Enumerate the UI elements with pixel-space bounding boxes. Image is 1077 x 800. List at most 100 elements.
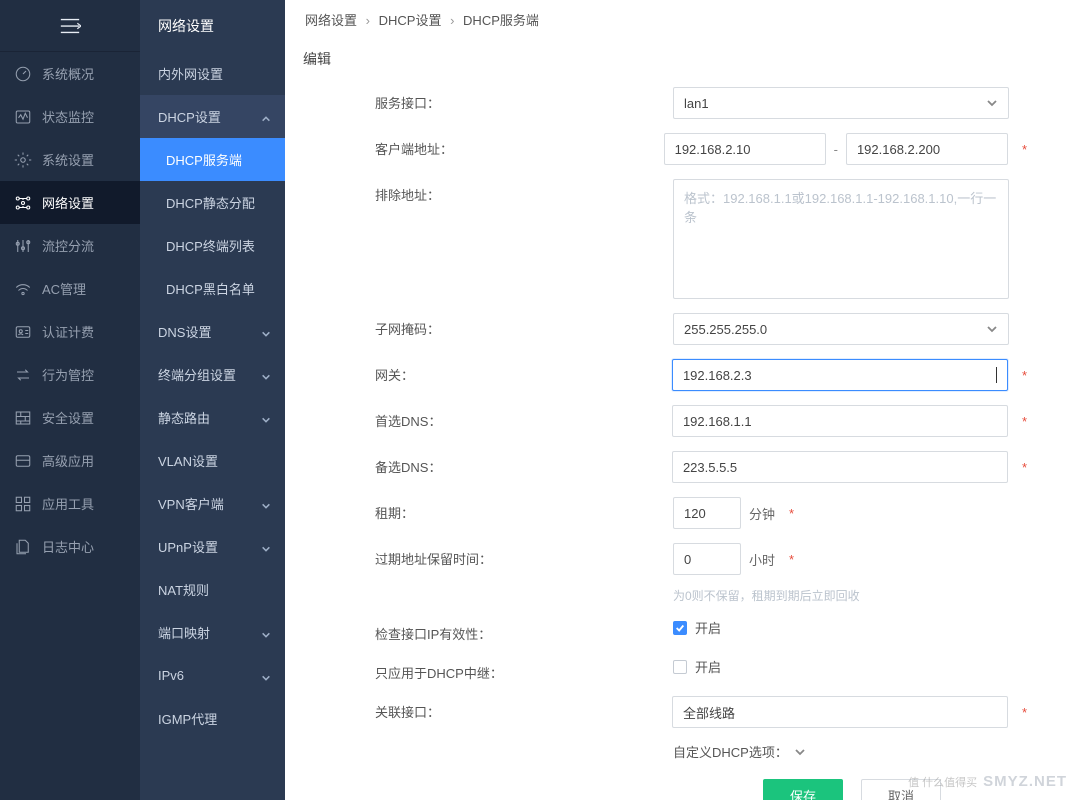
- sidebar2-item-dhcp[interactable]: DHCP设置: [140, 95, 285, 138]
- sidebar-item-label: 安全设置: [42, 408, 94, 427]
- expander-label: 自定义DHCP选项：: [673, 742, 788, 761]
- breadcrumb: 网络设置 › DHCP设置 › DHCP服务端: [285, 0, 1077, 31]
- chevron-up-icon: [261, 112, 271, 122]
- crumb-2[interactable]: DHCP设置: [379, 13, 442, 28]
- service-interface-select[interactable]: lan1: [673, 87, 1009, 119]
- main-content: 网络设置 › DHCP设置 › DHCP服务端 编辑 服务接口： lan1 客户…: [285, 0, 1077, 800]
- apps-icon: [14, 495, 32, 513]
- custom-dhcp-options-toggle[interactable]: 自定义DHCP选项：: [673, 742, 1027, 761]
- sliders-icon: [14, 237, 32, 255]
- crumb-sep: ›: [450, 13, 454, 28]
- sidebar2-item-static-route[interactable]: 静态路由: [140, 396, 285, 439]
- sidebar2-item-upnp[interactable]: UPnP设置: [140, 525, 285, 568]
- label-relay-only: 只应用于DHCP中继：: [375, 657, 673, 682]
- sidebar-item-label: 高级应用: [42, 451, 94, 470]
- sidebar2-item-igmp[interactable]: IGMP代理: [140, 697, 285, 740]
- sidebar-item-auth[interactable]: 认证计费: [0, 310, 140, 353]
- chevron-down-icon: [261, 628, 271, 638]
- crumb-sep: ›: [366, 13, 370, 28]
- id-icon: [14, 323, 32, 341]
- sidebar2-item-portfwd[interactable]: 端口映射: [140, 611, 285, 654]
- crumb-3[interactable]: DHCP服务端: [463, 13, 539, 28]
- relay-only-text: 开启: [695, 657, 721, 676]
- sidebar-item-tools[interactable]: 应用工具: [0, 482, 140, 525]
- label-dns1: 首选DNS：: [375, 405, 672, 430]
- sidebar2-item-dhcp-clients[interactable]: DHCP终端列表: [140, 224, 285, 267]
- sidebar-item-label: 系统设置: [42, 150, 94, 169]
- cancel-button[interactable]: 取消: [861, 779, 941, 800]
- sidebar2-item-groups[interactable]: 终端分组设置: [140, 353, 285, 396]
- sidebar-item-sysconfig[interactable]: 系统设置: [0, 138, 140, 181]
- label-service-interface: 服务接口：: [375, 87, 673, 112]
- gauge-icon: [14, 65, 32, 83]
- menu-icon: [59, 17, 81, 35]
- page-title: 编辑: [285, 31, 1077, 77]
- sidebar-item-flow[interactable]: 流控分流: [0, 224, 140, 267]
- check-ip-checkbox[interactable]: [673, 621, 687, 635]
- label-gateway: 网关：: [375, 359, 672, 384]
- sidebar-item-label: 状态监控: [42, 107, 94, 126]
- sidebar-item-network[interactable]: 网络设置: [0, 181, 140, 224]
- sidebar2-head: 网络设置: [140, 0, 285, 52]
- sidebar-item-label: AC管理: [42, 279, 86, 298]
- required-mark: *: [789, 506, 794, 521]
- gateway-input[interactable]: [672, 359, 1008, 391]
- client-addr-end-input[interactable]: [846, 133, 1008, 165]
- sidebar-item-monitor[interactable]: 状态监控: [0, 95, 140, 138]
- sidebar2-item-dhcp-bwlist[interactable]: DHCP黑白名单: [140, 267, 285, 310]
- network-icon: [14, 194, 32, 212]
- sidebar-item-label: 认证计费: [42, 322, 94, 341]
- sidebar-item-label: 应用工具: [42, 494, 94, 513]
- label-client-addr: 客户端地址：: [375, 133, 664, 158]
- chevron-down-icon: [794, 746, 806, 758]
- chevron-down-icon: [261, 542, 271, 552]
- client-addr-start-input[interactable]: [664, 133, 826, 165]
- required-mark: *: [1022, 142, 1027, 157]
- assoc-interface-input[interactable]: [672, 696, 1008, 728]
- netmask-select[interactable]: 255.255.255.0: [673, 313, 1009, 345]
- menu-toggle[interactable]: [0, 0, 140, 52]
- chevron-down-icon: [986, 97, 998, 109]
- exclude-textarea[interactable]: [673, 179, 1009, 299]
- sidebar2-item-dns[interactable]: DNS设置: [140, 310, 285, 353]
- files-icon: [14, 538, 32, 556]
- sidebar-item-logs[interactable]: 日志中心: [0, 525, 140, 568]
- sidebar-item-dashboard[interactable]: 系统概况: [0, 52, 140, 95]
- secondary-sidebar: 网络设置 内外网设置 DHCP设置 DHCP服务端 DHCP静态分配 DHCP终…: [140, 0, 285, 800]
- sidebar2-item-vlan[interactable]: VLAN设置: [140, 439, 285, 482]
- dhcp-form: 服务接口： lan1 客户端地址： - * 排除地址：: [285, 77, 1077, 800]
- sidebar2-item-nat[interactable]: NAT规则: [140, 568, 285, 611]
- swap-icon: [14, 366, 32, 384]
- save-button[interactable]: 保存: [763, 779, 843, 800]
- wifi-icon: [14, 280, 32, 298]
- sidebar2-item-dhcp-static[interactable]: DHCP静态分配: [140, 181, 285, 224]
- lease-unit: 分钟: [749, 504, 775, 523]
- sidebar2-item-ipv6[interactable]: IPv6: [140, 654, 285, 697]
- sidebar-item-advanced[interactable]: 高级应用: [0, 439, 140, 482]
- sidebar-item-security[interactable]: 安全设置: [0, 396, 140, 439]
- expire-input[interactable]: [673, 543, 741, 575]
- chevron-down-icon: [261, 327, 271, 337]
- secondary-dns-input[interactable]: [672, 451, 1008, 483]
- label-netmask: 子网掩码：: [375, 313, 673, 338]
- required-mark: *: [1022, 368, 1027, 383]
- label-lease: 租期：: [375, 497, 673, 522]
- crumb-1[interactable]: 网络设置: [305, 13, 357, 28]
- relay-only-checkbox[interactable]: [673, 660, 687, 674]
- select-value: 255.255.255.0: [684, 322, 767, 337]
- sidebar-item-ac[interactable]: AC管理: [0, 267, 140, 310]
- check-ip-text: 开启: [695, 618, 721, 637]
- sidebar2-item-vpn[interactable]: VPN客户端: [140, 482, 285, 525]
- sidebar-item-label: 日志中心: [42, 537, 94, 556]
- lease-input[interactable]: [673, 497, 741, 529]
- sidebar-item-label: 网络设置: [42, 193, 94, 212]
- sidebar-item-behavior[interactable]: 行为管控: [0, 353, 140, 396]
- sidebar-item-label: 行为管控: [42, 365, 94, 384]
- sidebar2-item-wanlan[interactable]: 内外网设置: [140, 52, 285, 95]
- label-dns2: 备选DNS：: [375, 451, 672, 476]
- primary-dns-input[interactable]: [672, 405, 1008, 437]
- required-mark: *: [1022, 705, 1027, 720]
- select-value: lan1: [684, 96, 709, 111]
- sidebar-item-label: 系统概况: [42, 64, 94, 83]
- sidebar2-item-dhcp-server[interactable]: DHCP服务端: [140, 138, 285, 181]
